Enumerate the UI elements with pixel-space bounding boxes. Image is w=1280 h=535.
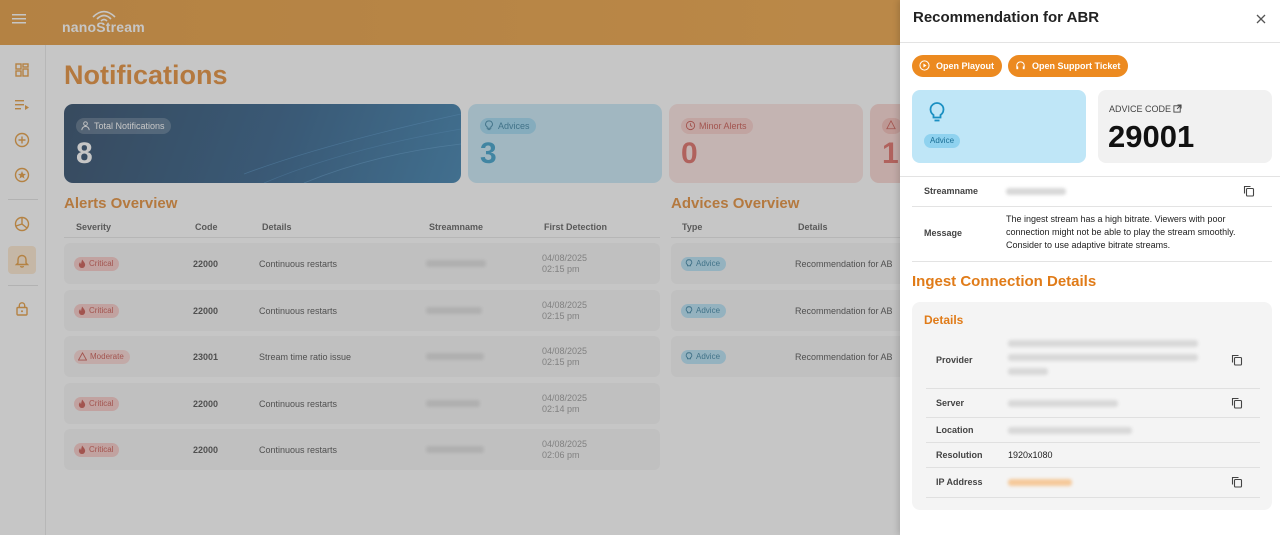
- resolution-label: Resolution: [936, 450, 983, 460]
- details-divider: [926, 442, 1260, 443]
- panel-divider: [900, 176, 1280, 177]
- headset-icon: [1016, 61, 1025, 70]
- ip-address-label: IP Address: [936, 477, 983, 487]
- advice-code-value: 29001: [1108, 119, 1195, 154]
- details-divider: [926, 467, 1260, 468]
- copy-icon[interactable]: [1231, 354, 1243, 366]
- ingest-connection-title: Ingest Connection Details: [912, 273, 1097, 290]
- server-value-redacted: [1008, 400, 1118, 407]
- copy-icon[interactable]: [1243, 185, 1255, 197]
- ip-address-value-redacted[interactable]: [1008, 479, 1072, 486]
- close-icon[interactable]: [1254, 12, 1268, 26]
- open-support-ticket-button[interactable]: Open Support Ticket: [1008, 55, 1129, 77]
- details-divider: [926, 388, 1260, 389]
- advice-chip: Advice: [924, 134, 961, 148]
- message-text: The ingest stream has a high bitrate. Vi…: [1006, 214, 1236, 250]
- provider-value-redacted: [1008, 368, 1048, 375]
- resolution-value: 1920x1080: [1008, 450, 1053, 460]
- panel-divider: [900, 42, 1280, 43]
- provider-value-redacted: [1008, 340, 1198, 347]
- details-divider: [926, 417, 1260, 418]
- advice-code-card: ADVICE CODE 29001: [1098, 90, 1272, 163]
- message-label: Message: [924, 228, 963, 238]
- copy-icon[interactable]: [1231, 397, 1243, 409]
- open-playout-button[interactable]: Open Playout: [912, 55, 1003, 77]
- location-value-redacted: [1008, 427, 1132, 434]
- streamname-label: Streamname: [924, 186, 979, 196]
- external-link-icon[interactable]: [1173, 104, 1182, 113]
- advice-detail-panel: Recommendation for ABR Open Playout Open…: [900, 0, 1280, 535]
- play-circle-icon: [919, 60, 930, 71]
- panel-title: Recommendation for ABR: [913, 9, 1100, 26]
- details-title: Details: [924, 313, 964, 327]
- lightbulb-icon: [929, 102, 945, 122]
- location-label: Location: [936, 425, 974, 435]
- copy-icon[interactable]: [1231, 476, 1243, 488]
- provider-value-redacted: [1008, 354, 1198, 361]
- details-divider: [926, 497, 1260, 498]
- streamname-value-redacted: [1006, 188, 1066, 195]
- advice-code-label: ADVICE CODE: [1109, 104, 1182, 114]
- panel-divider: [912, 261, 1272, 262]
- panel-divider: [912, 206, 1272, 207]
- provider-label: Provider: [936, 355, 973, 365]
- server-label: Server: [936, 398, 965, 408]
- advice-type-card: Advice: [912, 90, 1086, 163]
- details-box: Details Provider Server Location Resolut…: [912, 302, 1272, 510]
